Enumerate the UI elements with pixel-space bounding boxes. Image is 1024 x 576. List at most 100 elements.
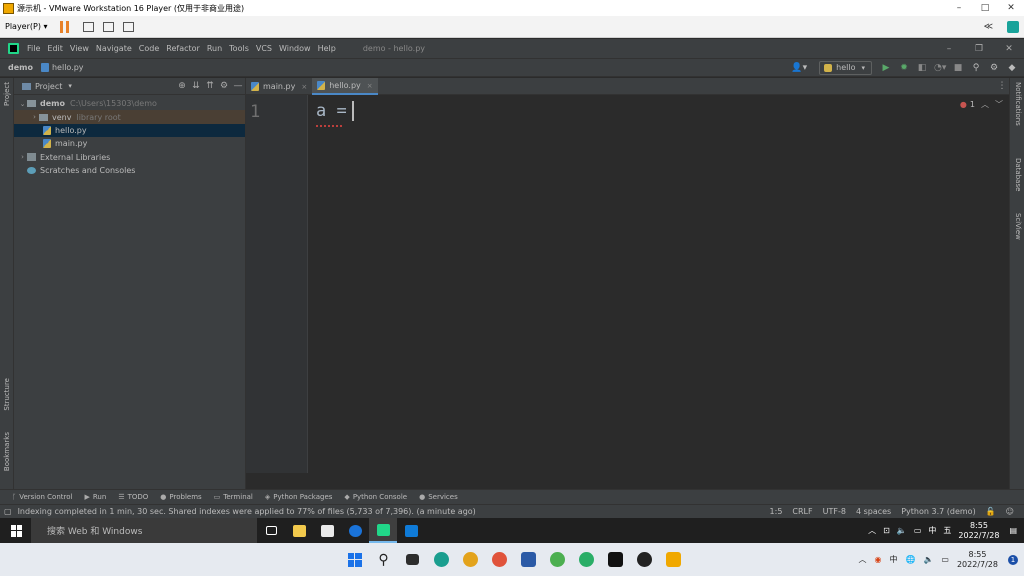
guest-clock[interactable]: 8:55 2022/7/28 <box>958 521 999 541</box>
run-icon[interactable]: ▶ <box>880 63 892 73</box>
run-config-selector[interactable]: hello ▾ <box>819 60 872 75</box>
pycharm-taskbar-icon[interactable] <box>369 518 397 543</box>
pause-icon[interactable] <box>59 20 69 33</box>
menu-run[interactable]: Run <box>207 44 222 53</box>
vm-library-icon[interactable] <box>1007 20 1019 33</box>
host-battery-icon[interactable]: ▭ <box>941 555 949 564</box>
close-button[interactable]: ✕ <box>998 3 1024 13</box>
menu-vcs[interactable]: VCS <box>256 44 272 53</box>
hide-icon[interactable]: — <box>231 81 245 91</box>
menu-window[interactable]: Window <box>279 44 311 53</box>
run-tool-button[interactable]: ▶ Run <box>84 493 106 501</box>
more-tabs-icon[interactable]: ⋮ <box>995 78 1009 94</box>
settings-taskbar-icon[interactable] <box>397 518 425 543</box>
host-search-icon[interactable]: ⚲ <box>369 543 398 576</box>
chrome-icon[interactable] <box>456 543 485 576</box>
previous-highlight-icon[interactable]: ︿ <box>981 99 989 110</box>
windows11-start-icon[interactable] <box>340 543 369 576</box>
close-icon[interactable]: × <box>301 83 307 91</box>
windows-start-icon[interactable] <box>11 524 23 537</box>
user-icon[interactable]: 👤▾ <box>791 63 807 73</box>
profile-icon[interactable]: ◔▾ <box>934 63 946 73</box>
coverage-icon[interactable]: ◧ <box>916 63 928 73</box>
host-task-view-icon[interactable] <box>398 543 427 576</box>
menu-code[interactable]: Code <box>139 44 159 53</box>
maximize-button[interactable]: □ <box>972 3 998 13</box>
python-packages-button[interactable]: ◈ Python Packages <box>265 493 333 501</box>
tab-main-py[interactable]: main.py × <box>246 78 312 95</box>
tree-item-demo[interactable]: ⌄ demo C:\Users\15303\demo <box>14 97 245 110</box>
notification-badge[interactable]: 1 <box>1008 554 1018 565</box>
line-separator[interactable]: CRLF <box>792 507 812 516</box>
host-pycharm-icon[interactable] <box>601 543 630 576</box>
chevron-right-icon[interactable]: › <box>18 153 27 161</box>
close-icon[interactable]: × <box>367 82 373 90</box>
database-tool-button[interactable]: Database <box>1014 158 1022 191</box>
tree-item-hello-py[interactable]: hello.py <box>14 123 245 138</box>
locate-icon[interactable]: ⊕ <box>175 81 189 91</box>
code-editor[interactable]: 1 a = ● 1 ︿ ﹀ <box>246 95 1009 489</box>
host-clock[interactable]: 8:55 2022/7/28 <box>957 550 998 570</box>
mindmap-app-icon[interactable] <box>514 543 543 576</box>
breadcrumb-file[interactable]: hello.py <box>52 63 84 72</box>
stop-icon[interactable]: ■ <box>952 63 964 73</box>
jetbrains-icon[interactable]: ◆ <box>1006 63 1018 73</box>
notifications-tool-button[interactable]: Notifications <box>1014 82 1022 126</box>
project-tool-button[interactable]: Project <box>3 82 11 106</box>
action-center-icon[interactable]: ▤ <box>1009 526 1017 535</box>
tree-item-main-py[interactable]: main.py <box>14 137 245 150</box>
tree-item-external-libraries[interactable]: › External Libraries <box>14 151 245 164</box>
sciview-tool-button[interactable]: SciView <box>1014 213 1022 240</box>
file-encoding[interactable]: UTF-8 <box>823 507 846 516</box>
ide-minimize-button[interactable]: – <box>934 44 964 54</box>
expand-all-icon[interactable]: ⇊ <box>189 81 203 91</box>
structure-tool-button[interactable]: Structure <box>3 378 11 411</box>
collapse-toolbar-icon[interactable]: ≪ <box>984 22 993 32</box>
volume-icon[interactable]: 🔈 <box>897 526 907 535</box>
menu-navigate[interactable]: Navigate <box>96 44 132 53</box>
host-ime-indicator[interactable]: 中 <box>889 554 897 565</box>
tree-item-venv[interactable]: › venv library root <box>14 110 245 124</box>
store-icon[interactable] <box>313 518 341 543</box>
menu-help[interactable]: Help <box>318 44 336 53</box>
tree-item-scratches[interactable]: Scratches and Consoles <box>14 164 245 177</box>
ide-close-button[interactable]: ✕ <box>994 44 1024 54</box>
network-icon[interactable]: ⊡ <box>883 526 890 535</box>
toggle-tool-windows-icon[interactable]: ▢ <box>4 507 12 516</box>
menu-file[interactable]: File <box>27 44 40 53</box>
tray-expand-icon[interactable]: ︿ <box>868 525 876 536</box>
gear-icon[interactable]: ⚙ <box>217 81 231 91</box>
minimize-button[interactable]: – <box>946 3 972 13</box>
menu-edit[interactable]: Edit <box>47 44 63 53</box>
gear-icon[interactable]: ⚙ <box>988 63 1000 73</box>
player-menu[interactable]: Player(P) ▾ <box>5 22 48 31</box>
breadcrumb-project[interactable]: demo <box>8 63 33 72</box>
task-view-icon[interactable] <box>257 518 285 543</box>
host-app-icon[interactable] <box>543 543 572 576</box>
file-explorer-icon[interactable] <box>285 518 313 543</box>
send-ctrl-alt-del-icon[interactable] <box>82 21 94 32</box>
ime-indicator[interactable]: 中 <box>928 525 936 536</box>
inspection-widget[interactable]: ● 1 ︿ ﹀ <box>954 99 1003 110</box>
inspector-icon[interactable]: ☺ <box>1006 507 1014 516</box>
menu-refactor[interactable]: Refactor <box>166 44 200 53</box>
menu-tools[interactable]: Tools <box>229 44 249 53</box>
fit-guest-icon[interactable] <box>102 21 114 32</box>
chevron-down-icon[interactable]: ▾ <box>68 82 72 90</box>
unity-icon[interactable] <box>122 21 134 32</box>
host-network-icon[interactable]: 🌐 <box>905 555 915 564</box>
version-control-button[interactable]: ᚴ Version Control <box>12 493 72 501</box>
taskbar-search-box[interactable]: 搜索 Web 和 Windows <box>31 518 257 543</box>
status-message[interactable]: Indexing completed in 1 min, 30 sec. Sha… <box>18 507 476 516</box>
wechat-icon[interactable] <box>572 543 601 576</box>
project-panel-title[interactable]: Project <box>35 82 62 91</box>
problems-button[interactable]: ● Problems <box>160 493 201 501</box>
edge-icon[interactable] <box>341 518 369 543</box>
python-console-button[interactable]: ◆ Python Console <box>344 493 407 501</box>
interpreter-selector[interactable]: Python 3.7 (demo) <box>901 507 975 516</box>
caret-position[interactable]: 1:5 <box>770 507 783 516</box>
host-tray-app-icon[interactable]: ◉ <box>874 555 881 564</box>
chevron-down-icon[interactable]: ⌄ <box>18 100 27 108</box>
host-volume-icon[interactable]: 🔈 <box>923 555 933 564</box>
bookmarks-tool-button[interactable]: Bookmarks <box>3 432 11 471</box>
